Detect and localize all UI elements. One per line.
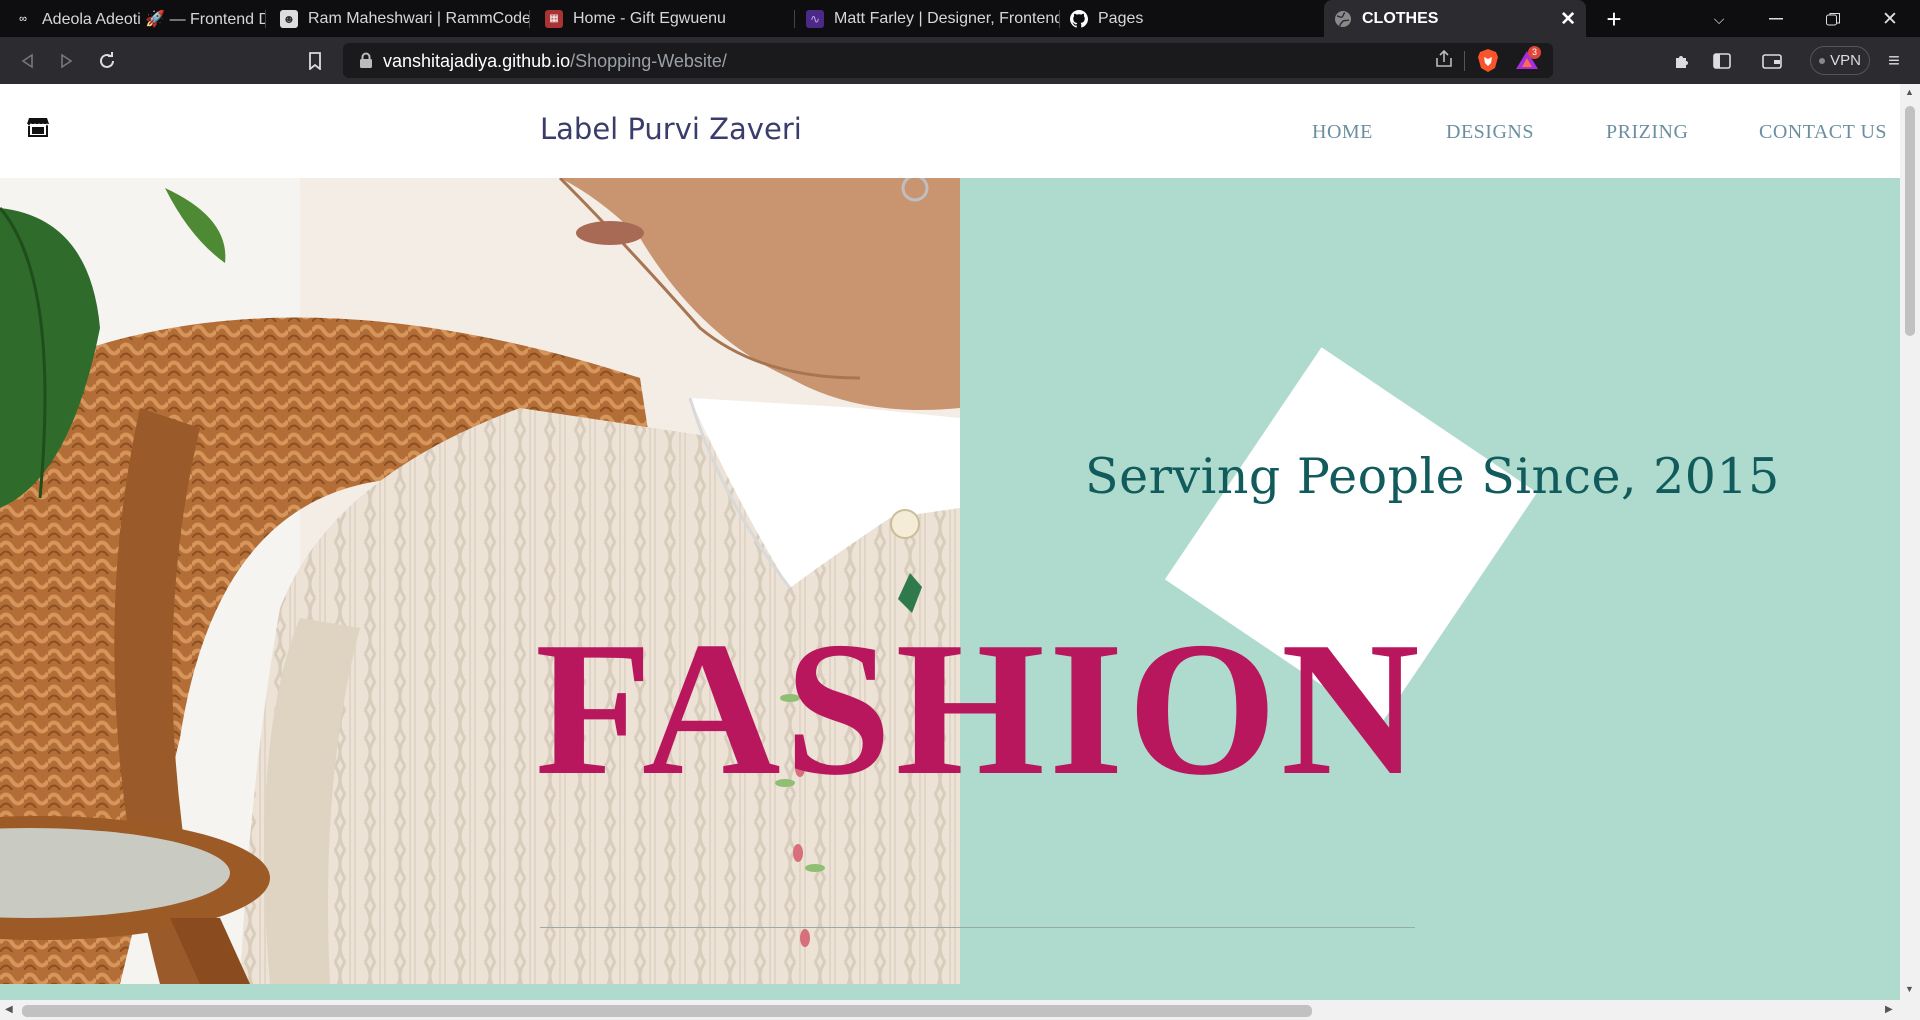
reload-icon[interactable] xyxy=(92,46,122,76)
forward-icon[interactable] xyxy=(52,46,82,76)
vertical-scrollbar[interactable]: ▲ ▼ xyxy=(1900,84,1920,1000)
tab-title: Home - Gift Egwuenu xyxy=(573,9,726,27)
bookmark-icon[interactable] xyxy=(300,46,330,76)
nav-prizing[interactable]: PRIZING xyxy=(1606,121,1688,144)
vertical-scroll-thumb[interactable] xyxy=(1905,106,1915,336)
horizontal-scroll-thumb[interactable] xyxy=(22,1005,1312,1017)
url-path: /Shopping-Website/ xyxy=(570,51,727,71)
tab-title: Matt Farley | Designer, Frontend xyxy=(834,9,1060,27)
nav-designs[interactable]: DESIGNS xyxy=(1446,121,1534,144)
url-domain: vanshitajadiya.github.io xyxy=(383,51,571,71)
scroll-down-icon[interactable]: ▼ xyxy=(1905,984,1914,994)
nav-home[interactable]: HOME xyxy=(1312,121,1373,144)
close-tab-icon[interactable]: ✕ xyxy=(1560,8,1576,31)
adeola-favicon-icon: ∞ xyxy=(19,12,27,25)
rewards-badge: 3 xyxy=(1528,46,1541,59)
nav-contact-us[interactable]: CONTACT US xyxy=(1759,121,1887,144)
tab-adeola[interactable]: ∞ Adeola Adeoti 🚀 — Frontend D xyxy=(14,0,266,37)
vpn-status-icon xyxy=(1819,57,1826,64)
vpn-button[interactable]: VPN xyxy=(1810,46,1870,75)
gift-favicon-icon: ▦ xyxy=(545,9,563,28)
headline-underline xyxy=(540,927,1415,928)
hero-tagline: Serving People Since, 2015 xyxy=(1085,448,1780,505)
avatar-favicon-icon: ☻ xyxy=(280,9,298,28)
hero-photo xyxy=(0,178,960,984)
horizontal-scrollbar[interactable]: ◀ ▶ xyxy=(0,1000,1920,1020)
page-viewport: Label Purvi Zaveri HOME DESIGNS PRIZING … xyxy=(0,84,1900,1000)
hero-headline: FASHION xyxy=(535,602,1424,815)
address-bar[interactable]: vanshitajadiya.github.io/Shopping-Websit… xyxy=(343,43,1553,78)
tab-title: Pages xyxy=(1098,9,1144,27)
globe-icon xyxy=(1334,10,1352,28)
scroll-up-icon[interactable]: ▲ xyxy=(1905,87,1914,97)
wallet-icon[interactable] xyxy=(1760,49,1784,73)
new-tab-button[interactable]: + xyxy=(1600,4,1628,34)
tab-pages[interactable]: Pages xyxy=(1070,0,1325,37)
share-icon[interactable] xyxy=(1435,49,1453,73)
github-icon xyxy=(1070,9,1088,28)
browser-tab-bar: ∞ Adeola Adeoti 🚀 — Frontend D ☻ Ram Mah… xyxy=(0,0,1920,37)
hero-section: Serving People Since, 2015 FASHION xyxy=(0,178,1900,1000)
sidebar-icon[interactable] xyxy=(1710,49,1734,73)
url-text[interactable]: vanshitajadiya.github.io/Shopping-Websit… xyxy=(383,51,727,72)
lock-icon xyxy=(360,52,372,68)
scroll-right-icon[interactable]: ▶ xyxy=(1885,1004,1893,1015)
brave-shields-icon[interactable] xyxy=(1477,48,1499,73)
site-header: Label Purvi Zaveri HOME DESIGNS PRIZING … xyxy=(0,84,1900,178)
tab-title: Adeola Adeoti 🚀 — Frontend D xyxy=(42,10,266,28)
brand-title[interactable]: Label Purvi Zaveri xyxy=(540,112,802,146)
vpn-label: VPN xyxy=(1830,52,1861,69)
tab-title: CLOTHES xyxy=(1362,9,1439,27)
close-window-icon[interactable]: ✕ xyxy=(1876,5,1904,33)
extensions-icon[interactable] xyxy=(1670,49,1694,73)
tab-clothes[interactable]: CLOTHES ✕ xyxy=(1324,0,1586,37)
scroll-left-icon[interactable]: ◀ xyxy=(5,1004,13,1015)
back-icon[interactable] xyxy=(12,46,42,76)
tab-search-chevron-icon[interactable]: ⌵ xyxy=(1705,5,1733,33)
tab-gift-egwuenu[interactable]: ▦ Home - Gift Egwuenu xyxy=(545,0,795,37)
minimize-icon[interactable] xyxy=(1762,5,1790,33)
restore-icon[interactable] xyxy=(1819,5,1847,33)
matt-favicon-icon: ∿ xyxy=(806,9,824,28)
tab-matt-farley[interactable]: ∿ Matt Farley | Designer, Frontend xyxy=(806,0,1060,37)
tab-title: Ram Maheshwari | RammCodes | xyxy=(308,9,530,27)
menu-icon[interactable]: ≡ xyxy=(1882,49,1906,73)
tab-ram-maheshwari[interactable]: ☻ Ram Maheshwari | RammCodes | xyxy=(280,0,530,37)
store-icon[interactable] xyxy=(26,116,50,138)
browser-toolbar: vanshitajadiya.github.io/Shopping-Websit… xyxy=(0,37,1920,84)
